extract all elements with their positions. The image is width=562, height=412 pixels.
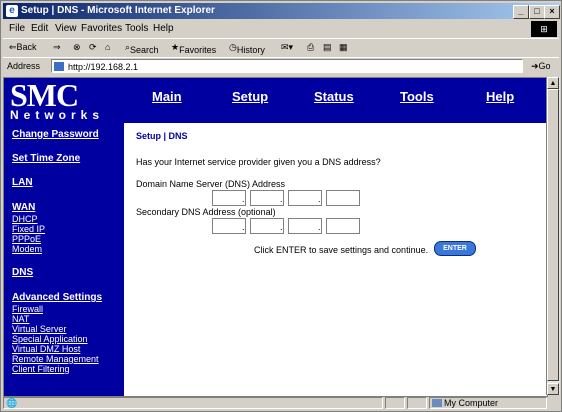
sidebar: Change Password Set Time Zone LAN WAN DH… [4, 123, 124, 396]
status-pane [407, 397, 427, 409]
address-url: http://192.168.2.1 [68, 62, 139, 72]
secondary-dns-octet-2[interactable] [250, 218, 284, 234]
secondary-dns-label: Secondary DNS Address (optional) [136, 207, 276, 217]
scroll-down-icon[interactable]: ▼ [547, 383, 559, 395]
sidebar-item-firewall[interactable]: Firewall [12, 304, 43, 314]
nav-setup[interactable]: Setup [232, 89, 268, 104]
sidebar-item-time-zone[interactable]: Set Time Zone [12, 153, 80, 164]
save-hint: Click ENTER to save settings and continu… [254, 245, 429, 255]
browser-window: e Setup | DNS - Microsoft Internet Explo… [0, 0, 562, 412]
sidebar-item-change-password[interactable]: Change Password [12, 129, 99, 140]
dot-separator: . [242, 194, 245, 204]
dns-question: Has your Internet service provider given… [136, 157, 381, 167]
page-icon [54, 62, 64, 71]
close-button[interactable]: × [544, 5, 560, 19]
menu-file[interactable]: File [9, 23, 25, 34]
dns-octet-3[interactable] [288, 190, 322, 206]
dns-octet-4[interactable] [326, 190, 360, 206]
dot-separator: . [280, 222, 283, 232]
secondary-dns-octet-4[interactable] [326, 218, 360, 234]
maximize-button[interactable]: □ [529, 5, 545, 19]
sidebar-item-fixed-ip[interactable]: Fixed IP [12, 224, 45, 234]
page-done-icon: 🌐 [6, 398, 18, 408]
sidebar-item-nat[interactable]: NAT [12, 314, 29, 324]
menu-view[interactable]: View [55, 23, 77, 34]
status-bar: 🌐 My Computer [3, 397, 559, 410]
history-label: History [236, 45, 265, 55]
sidebar-item-dmz[interactable]: Virtual DMZ Host [12, 344, 80, 354]
content: Setup | DNS Has your Internet service pr… [124, 123, 547, 396]
sidebar-item-pppoe[interactable]: PPPoE [12, 234, 41, 244]
favorites-button[interactable]: ★ Favorites [171, 42, 216, 55]
ie-icon: e [6, 5, 18, 17]
logo-sub: Networks [10, 108, 105, 122]
smc-logo: SMC Networks [10, 77, 105, 122]
breadcrumb: Setup | DNS [136, 131, 188, 141]
zone-pane: My Computer [429, 397, 547, 409]
nav-help[interactable]: Help [486, 89, 514, 104]
secondary-dns-octet-3[interactable] [288, 218, 322, 234]
menu-favorites[interactable]: Favorites [81, 23, 122, 34]
dot-separator: . [318, 222, 321, 232]
status-pane [385, 397, 405, 409]
minimize-button[interactable]: _ [513, 5, 529, 19]
page-header: SMC Networks Main Setup Status Tools Hel… [4, 78, 547, 123]
address-input[interactable]: http://192.168.2.1 ▼ [51, 59, 523, 73]
sidebar-item-modem[interactable]: Modem [12, 244, 42, 254]
sidebar-item-dhcp[interactable]: DHCP [12, 214, 38, 224]
enter-button[interactable]: ENTER [434, 241, 476, 256]
secondary-dns-octet-1[interactable] [212, 218, 246, 234]
nav-status[interactable]: Status [314, 89, 354, 104]
menu-help[interactable]: Help [153, 23, 174, 34]
vertical-scrollbar[interactable]: ▲ ▼ [546, 77, 560, 395]
back-button[interactable]: ⇐Back [9, 42, 37, 53]
window-title: Setup | DNS - Microsoft Internet Explore… [21, 5, 215, 16]
scroll-up-icon[interactable]: ▲ [547, 77, 559, 89]
sidebar-item-dns[interactable]: DNS [12, 267, 33, 278]
sidebar-item-special-app[interactable]: Special Application [12, 334, 88, 344]
dot-separator: . [318, 194, 321, 204]
status-pane: 🌐 [3, 397, 383, 409]
sidebar-item-lan[interactable]: LAN [12, 177, 33, 188]
search-label: Search [130, 45, 159, 55]
menu-bar: File Edit View Favorites Tools Help [3, 21, 559, 37]
menu-edit[interactable]: Edit [31, 23, 48, 34]
address-label: Address [7, 61, 41, 71]
sidebar-item-remote-mgmt[interactable]: Remote Management [12, 354, 99, 364]
title-bar: e Setup | DNS - Microsoft Internet Explo… [3, 3, 560, 19]
page-viewport: SMC Networks Main Setup Status Tools Hel… [3, 77, 548, 397]
discuss-icon[interactable]: ▦ [339, 42, 348, 53]
nav-main[interactable]: Main [152, 89, 182, 104]
toolbar: ⇐Back ⇒ ⊗ ⟳ ⌂ ⌕ Search ★ Favorites ◷ His… [3, 38, 559, 57]
windows-logo-icon: ⊞ [531, 21, 557, 37]
sidebar-item-wan[interactable]: WAN [12, 202, 35, 213]
sidebar-item-virtual-server[interactable]: Virtual Server [12, 324, 66, 334]
edit-icon[interactable]: ▤ [323, 42, 332, 53]
dot-separator: . [280, 194, 283, 204]
go-button[interactable]: ➜Go [531, 61, 551, 72]
go-label: Go [538, 61, 551, 71]
history-button[interactable]: ◷ History [229, 42, 265, 55]
menu-tools[interactable]: Tools [125, 23, 148, 34]
refresh-icon[interactable]: ⟳ [89, 42, 97, 53]
home-icon[interactable]: ⌂ [105, 42, 110, 52]
favorites-label: Favorites [179, 45, 217, 55]
computer-icon [432, 399, 442, 407]
search-button[interactable]: ⌕ Search [125, 42, 159, 55]
address-bar: Address http://192.168.2.1 ▼ ➜Go [3, 57, 559, 76]
sidebar-item-client-filtering[interactable]: Client Filtering [12, 364, 70, 374]
zone-label: My Computer [444, 398, 499, 408]
stop-icon[interactable]: ⊗ [73, 42, 81, 53]
mail-icon[interactable]: ✉▾ [281, 42, 293, 53]
dns-label: Domain Name Server (DNS) Address [136, 179, 286, 189]
nav-tools[interactable]: Tools [400, 89, 434, 104]
dns-octet-1[interactable] [212, 190, 246, 206]
logo-main: SMC [10, 77, 79, 113]
print-icon[interactable]: ⎙ [307, 42, 314, 53]
dns-octet-2[interactable] [250, 190, 284, 206]
sidebar-item-advanced[interactable]: Advanced Settings [12, 292, 102, 303]
forward-button[interactable]: ⇒ [53, 42, 61, 53]
dot-separator: . [242, 222, 245, 232]
scroll-thumb[interactable] [547, 89, 559, 381]
